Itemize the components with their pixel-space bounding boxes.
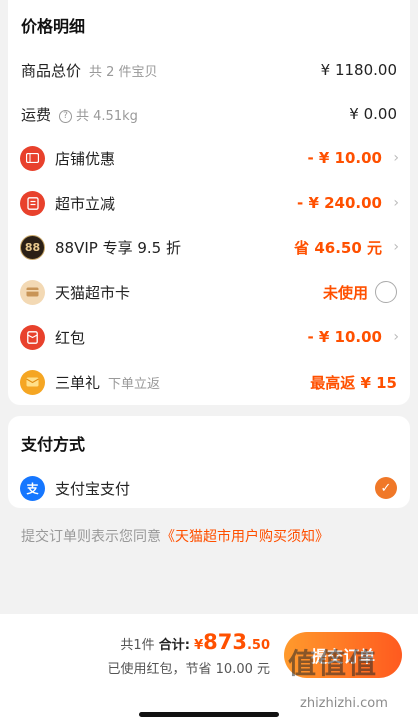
tmall-card-row[interactable]: 天猫超市卡 未使用 <box>8 272 410 312</box>
store-coupon-label: 店铺优惠 <box>55 149 116 168</box>
vip-discount-row[interactable]: 88 88VIP 专享 9.5 折 省 46.50 元 › <box>8 227 410 267</box>
price-detail-card: 价格明细 商品总价 共 2 件宝贝 ¥ 1180.00 运费 ? 共 4.51kg… <box>8 0 410 405</box>
card-icon <box>20 279 45 305</box>
discount-icon <box>20 190 45 216</box>
chevron-right-icon: › <box>393 239 399 255</box>
total-decimal: .50 <box>246 638 270 653</box>
88vip-icon: 88 <box>20 234 45 260</box>
shipping-value: ¥ 0.00 <box>349 105 397 123</box>
tmall-card-label: 天猫超市卡 <box>55 283 131 302</box>
shipping-weight-group: ? 共 4.51kg <box>59 105 138 124</box>
tmall-card-value: 未使用 <box>322 283 368 302</box>
goods-total-row: 商品总价 共 2 件宝贝 ¥ 1180.00 <box>8 50 410 90</box>
supermarket-discount-value: - ¥ 240.00 <box>297 194 382 212</box>
terms-notice: 提交订单则表示您同意《天猫超市用户购买须知》 <box>21 526 329 546</box>
terms-link[interactable]: 《天猫超市用户购买须知》 <box>161 529 329 545</box>
alipay-row[interactable]: 支 支付宝支付 ✓ <box>8 468 410 508</box>
store-coupon-row[interactable]: 店铺优惠 - ¥ 10.00 › <box>8 138 410 178</box>
payment-title: 支付方式 <box>21 435 86 454</box>
home-indicator[interactable] <box>139 712 279 717</box>
gift-icon <box>20 369 45 395</box>
alipay-icon: 支 <box>20 475 45 501</box>
saving-text: 已使用红包，节省 10.00 元 <box>107 662 270 677</box>
help-icon[interactable]: ? <box>59 109 73 123</box>
alipay-label: 支付宝支付 <box>55 479 131 498</box>
total-label: 合计: <box>158 638 190 653</box>
store-coupon-value: - ¥ 10.00 <box>307 149 382 167</box>
order-summary: 共1件 合计: ¥873.50 已使用红包，节省 10.00 元 <box>108 630 270 677</box>
shipping-label: 运费 <box>21 105 52 124</box>
vip-discount-label: 88VIP 专享 9.5 折 <box>55 238 181 257</box>
goods-total-value: ¥ 1180.00 <box>320 61 397 79</box>
ticket-icon <box>20 145 45 171</box>
bottom-bar: 共1件 合计: ¥873.50 已使用红包，节省 10.00 元 提交订单 值值… <box>0 614 418 720</box>
total-amount: ¥873.50 <box>194 630 270 654</box>
three-order-gift-sub: 下单立返 <box>108 376 161 392</box>
supermarket-discount-row[interactable]: 超市立减 - ¥ 240.00 › <box>8 183 410 223</box>
tmall-card-radio[interactable] <box>375 281 397 303</box>
currency-symbol: ¥ <box>194 638 204 653</box>
goods-count: 共 2 件宝贝 <box>89 64 158 80</box>
total-integer: 873 <box>203 630 247 654</box>
three-order-gift-label: 三单礼 <box>55 373 101 392</box>
supermarket-discount-label: 超市立减 <box>55 194 116 213</box>
terms-prefix: 提交订单则表示您同意 <box>21 529 161 545</box>
red-envelope-label: 红包 <box>55 328 86 347</box>
shipping-weight: 共 4.51kg <box>76 108 138 124</box>
shipping-row: 运费 ? 共 4.51kg ¥ 0.00 <box>8 94 410 134</box>
payment-card: 支付方式 支 支付宝支付 ✓ <box>8 416 410 508</box>
chevron-right-icon: › <box>393 329 399 345</box>
checkmark-icon[interactable]: ✓ <box>375 477 397 499</box>
chevron-right-icon: › <box>393 195 399 211</box>
chevron-right-icon: › <box>393 150 399 166</box>
three-order-gift-value: 最高返 ¥ 15 <box>310 373 397 392</box>
watermark-url: zhizhizhi.com <box>300 696 388 711</box>
vip-discount-value: 省 46.50 元 <box>294 238 382 257</box>
red-envelope-row[interactable]: 红包 - ¥ 10.00 › <box>8 317 410 357</box>
watermark-logo: 值值值 <box>288 647 379 680</box>
three-order-gift-row[interactable]: 三单礼 下单立返 最高返 ¥ 15 <box>8 362 410 402</box>
goods-total-label: 商品总价 <box>21 61 82 80</box>
item-count: 共1件 <box>120 638 155 653</box>
price-detail-title: 价格明细 <box>21 17 86 36</box>
red-envelope-value: - ¥ 10.00 <box>307 328 382 346</box>
red-envelope-icon <box>20 324 45 350</box>
